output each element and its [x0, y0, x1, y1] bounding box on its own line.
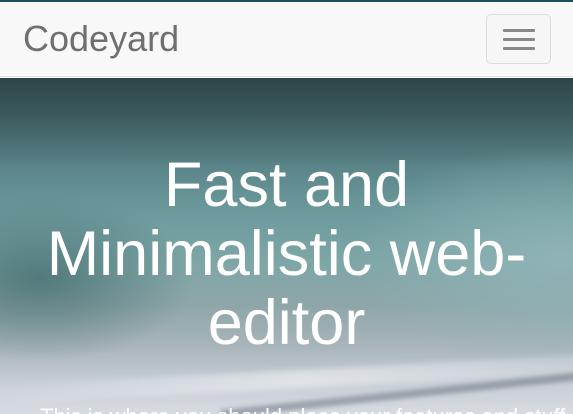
hero-title: Fast and Minimalistic web-editor — [46, 150, 527, 358]
brand-link[interactable]: Codeyard — [23, 19, 179, 59]
hamburger-menu-icon-bar — [503, 47, 535, 50]
hero-subtitle: This is where you should place your feat… — [40, 404, 573, 414]
navbar: Codeyard — [0, 2, 573, 77]
hamburger-menu-icon — [503, 29, 535, 32]
hero-section: Fast and Minimalistic web-editor This is… — [0, 78, 573, 414]
navbar-toggle-button[interactable] — [486, 14, 551, 64]
hamburger-menu-icon-bar — [503, 38, 535, 41]
hero-background-streak — [0, 352, 573, 406]
page: Codeyard Fast and Minimalistic web-edito… — [0, 0, 573, 414]
